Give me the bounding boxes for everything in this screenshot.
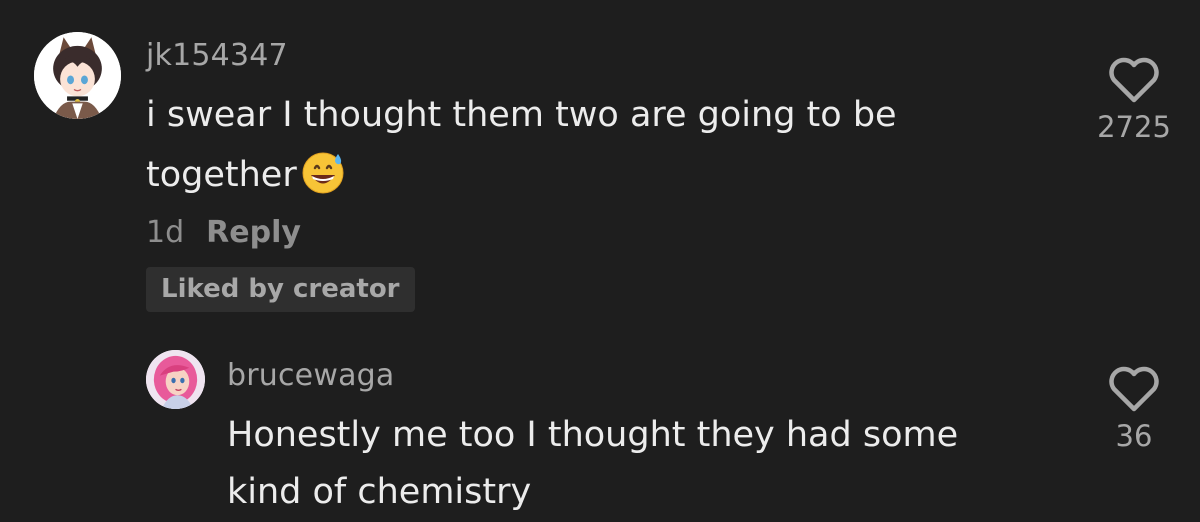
reply-avatar[interactable] <box>146 350 205 409</box>
comments-panel: jk154347 i swear I thought them two are … <box>0 0 1200 522</box>
reply-like-button[interactable]: 36 <box>1074 365 1194 453</box>
avatar-anime-boy-image <box>34 32 121 119</box>
avatar-pink-hair-character-image <box>146 350 205 409</box>
reply-text-line-2: kind of chemistry <box>227 472 532 512</box>
heart-outline-icon[interactable] <box>1107 365 1161 413</box>
like-button[interactable]: 2725 <box>1074 56 1194 144</box>
liked-by-creator-badge: Liked by creator <box>146 267 415 312</box>
heart-outline-icon[interactable] <box>1107 56 1161 104</box>
comment-timestamp: 1d <box>146 215 185 250</box>
comment-text-line-2-label: together <box>146 155 297 195</box>
comment-text-line-2: together <box>146 145 347 205</box>
comment-text-line-1: i swear I thought them two are going to … <box>146 95 897 135</box>
reply-like-count: 36 <box>1115 419 1153 453</box>
grinning-face-with-sweat-icon <box>302 152 344 194</box>
avatar[interactable] <box>34 32 121 119</box>
comment-username[interactable]: jk154347 <box>146 38 288 73</box>
like-count: 2725 <box>1097 110 1171 144</box>
reply-button[interactable]: Reply <box>206 215 301 250</box>
reply-username[interactable]: brucewaga <box>227 358 395 393</box>
reply-text-line-1: Honestly me too I thought they had some <box>227 415 959 455</box>
comment-meta: 1d Reply <box>146 215 301 250</box>
